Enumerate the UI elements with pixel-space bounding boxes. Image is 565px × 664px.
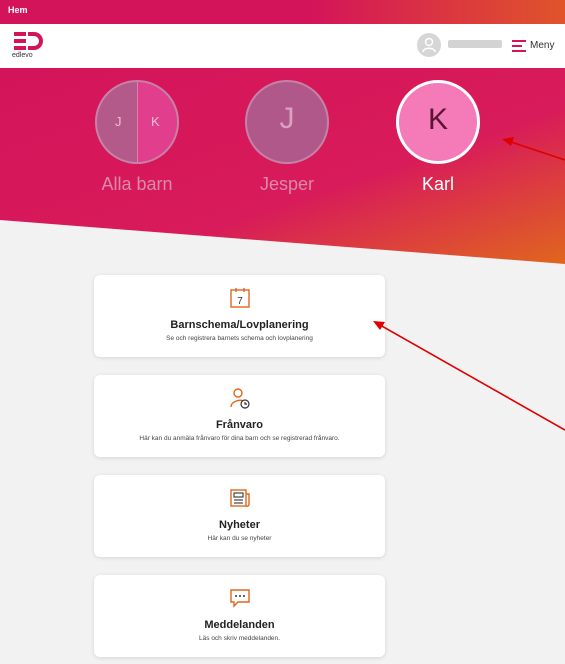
avatar-karl: K xyxy=(396,80,480,164)
card-description: Se och registrera barnets schema och lov… xyxy=(166,335,313,342)
child-all[interactable]: J K Alla barn xyxy=(87,80,187,195)
avatar-initial: J xyxy=(279,102,295,135)
hamburger-icon xyxy=(512,40,526,52)
logo-mark-icon xyxy=(14,32,43,50)
page: Hem edlevo Meny J K Alla barn J Jesper K… xyxy=(0,0,565,664)
card-title: Barnschema/Lovplanering xyxy=(170,319,309,331)
person-clock-icon xyxy=(230,388,250,409)
card-meddelanden[interactable]: Meddelanden Läs och skriv meddelanden. xyxy=(94,575,385,657)
page-title: Hem xyxy=(8,5,28,15)
header: edlevo Meny xyxy=(0,24,565,68)
initial-j: J xyxy=(115,114,122,129)
card-nyheter[interactable]: Nyheter Här kan du se nyheter xyxy=(94,475,385,557)
child-karl[interactable]: K Karl xyxy=(388,80,488,195)
calendar-icon: 7 xyxy=(230,288,250,308)
menu-label: Meny xyxy=(530,40,555,51)
card-title: Nyheter xyxy=(219,519,260,531)
user-icon xyxy=(422,37,436,53)
card-barnschema[interactable]: 7 Barnschema/Lovplanering Se och registr… xyxy=(94,275,385,357)
initial-k: K xyxy=(151,114,160,129)
user-name-blurred xyxy=(448,40,502,48)
newspaper-icon xyxy=(230,489,250,507)
user-avatar[interactable] xyxy=(417,33,441,57)
avatar-divider xyxy=(137,82,138,162)
child-jesper[interactable]: J Jesper xyxy=(237,80,337,195)
chat-icon xyxy=(230,589,250,608)
child-label-all: Alla barn xyxy=(101,174,173,194)
child-label-karl: Karl xyxy=(421,174,454,194)
card-description: Här kan du anmäla frånvaro för dina barn… xyxy=(139,435,340,442)
logo-text: edlevo xyxy=(12,52,33,59)
card-title: Meddelanden xyxy=(204,619,275,631)
child-selector-banner: J K Alla barn J Jesper K Karl xyxy=(0,68,565,264)
avatar-jesper: J xyxy=(245,80,329,164)
avatar-all-children: J K xyxy=(95,80,179,164)
card-title: Frånvaro xyxy=(215,419,264,431)
annotation-arrow-card xyxy=(379,324,565,431)
card-franvaro[interactable]: Frånvaro Här kan du anmäla frånvaro för … xyxy=(94,375,385,457)
card-description: Läs och skriv meddelanden. xyxy=(199,635,280,642)
top-bar: Hem xyxy=(0,0,565,24)
avatar-initial: K xyxy=(427,103,448,136)
svg-text:7: 7 xyxy=(237,296,243,307)
child-label-jesper: Jesper xyxy=(259,174,315,194)
card-description: Här kan du se nyheter xyxy=(207,535,272,542)
